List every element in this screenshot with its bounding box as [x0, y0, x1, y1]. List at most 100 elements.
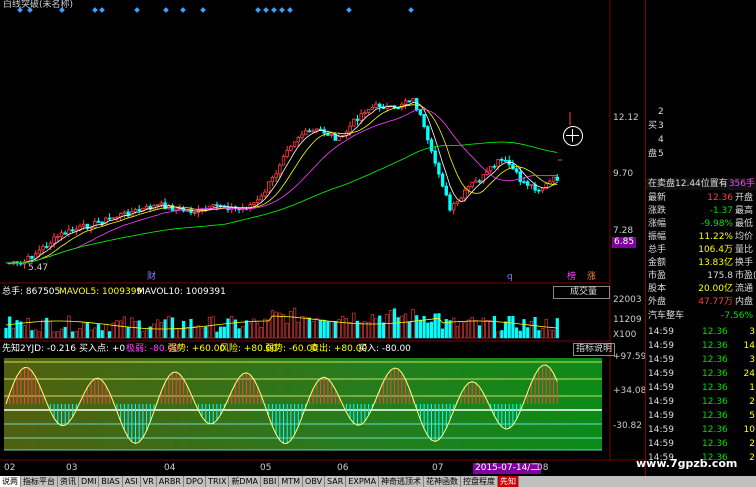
quote-row-label: 涨跌	[648, 206, 667, 216]
tick-price: 12.36	[702, 383, 728, 393]
volume-bar	[193, 326, 197, 339]
volume-bar	[526, 327, 530, 339]
tick-time: 14:59	[648, 383, 674, 393]
volume-bar	[178, 328, 182, 339]
tick-time: 14:59	[648, 369, 674, 379]
date-axis-label: 06	[337, 463, 349, 473]
bottom-tab[interactable]: DMI	[79, 476, 100, 487]
signal-diamond-icon	[346, 7, 352, 13]
bottom-tab[interactable]: VR	[141, 476, 157, 487]
quote-row-label: 总手	[648, 245, 667, 255]
tick-volume: 2	[749, 439, 755, 449]
candle-body	[311, 130, 315, 133]
candle-body	[63, 232, 67, 235]
bottom-tab[interactable]: DPO	[184, 476, 207, 487]
tick-price: 12.36	[702, 425, 728, 435]
volume-bar	[56, 331, 60, 339]
candle-body	[355, 118, 360, 121]
volume-bar	[267, 319, 271, 339]
moving-average-line	[5, 108, 558, 264]
indicator-help-button[interactable]: 指标说明	[573, 343, 616, 356]
bottom-tab[interactable]: BBI	[261, 476, 280, 487]
marker-jing: 榜	[567, 272, 577, 282]
volume-bar	[507, 316, 511, 339]
tick-price: 12.36	[702, 411, 728, 421]
volume-bar	[315, 317, 319, 339]
quote-panel: 2 买3 4 盘5 在卖盘12.44位置有 356手 最新 12.36 开盘 涨跌 -1…	[645, 0, 756, 487]
tick-time: 14:59	[648, 341, 674, 351]
sector-row[interactable]: 汽车整车 -7.56%	[646, 310, 756, 322]
tick-row: 14:59 12.36 2	[646, 438, 756, 450]
bottom-tab[interactable]: 先知	[498, 476, 520, 487]
tick-volume: 2	[749, 397, 755, 407]
quote-row-label2: 最低	[735, 219, 754, 229]
candle-body	[426, 126, 430, 141]
tick-time: 14:59	[648, 425, 674, 435]
candle-body	[111, 217, 115, 220]
bottom-tab[interactable]: MTM	[279, 476, 304, 487]
tick-time: 14:59	[648, 439, 674, 449]
bottom-tab[interactable]: 说两	[0, 476, 21, 487]
price-chart-svg[interactable]	[0, 0, 645, 476]
quote-row: 股本 20.00亿 流通	[646, 283, 756, 295]
bottom-tab[interactable]: EXPMA	[346, 476, 380, 487]
tick-row: 14:59 12.36 3	[646, 354, 756, 366]
bottom-tab[interactable]: SAR	[325, 476, 347, 487]
bottom-tab[interactable]: OBV	[303, 476, 326, 487]
signal-diamond-icon	[279, 7, 285, 13]
bottom-tab[interactable]: 新DMA	[229, 476, 261, 487]
date-axis-label: 04	[164, 463, 176, 473]
quote-row-label2: 内盘	[735, 297, 754, 307]
candle-body	[329, 134, 334, 136]
chart-area[interactable]: 白线突破(未名称) 12.12 9.70 7.28 6.85 5.47 财 q …	[0, 0, 647, 487]
bottom-tab[interactable]: TRIX	[206, 476, 230, 487]
bottom-tab[interactable]: 神奇逃顶术	[379, 476, 425, 487]
volume-indicator-dropdown[interactable]: 成交量	[553, 286, 610, 299]
price-axis-label: 9.70	[613, 169, 634, 179]
tick-time: 14:59	[648, 397, 674, 407]
order-status-text: 在卖盘12.44位置有	[648, 179, 728, 189]
volume-bar	[137, 320, 141, 339]
volume-bar	[248, 322, 252, 339]
volume-bar	[304, 316, 308, 339]
tick-row: 14:59 12.36 3	[646, 326, 756, 338]
bottom-tab[interactable]: 资讯	[58, 476, 79, 487]
date-axis-highlight: 2015-07-14/二	[473, 463, 542, 474]
quote-row: 振幅 11.22% 均价	[646, 231, 756, 243]
marker-q: q	[507, 272, 513, 282]
bottom-tab[interactable]: BIAS	[99, 476, 123, 487]
volume-bar	[485, 320, 489, 339]
bottom-tab[interactable]: 指标平台	[21, 476, 58, 487]
bottom-tab[interactable]: ASI	[123, 476, 141, 487]
candle-body	[437, 162, 441, 175]
candle-body	[418, 109, 423, 115]
volume-bar	[385, 314, 389, 339]
bottom-tab[interactable]: 控盘程度	[461, 476, 499, 487]
volume-bar	[82, 322, 86, 339]
candle-body	[82, 223, 86, 227]
bottom-tab[interactable]: 花神函数	[424, 476, 462, 487]
volume-bar	[241, 326, 245, 339]
volume-bar	[89, 329, 93, 339]
volume-bar	[122, 316, 126, 339]
volume-bar	[285, 323, 289, 339]
quote-row-label: 最新	[648, 193, 667, 203]
volume-bar	[41, 319, 45, 339]
volume-bar	[30, 330, 34, 339]
candle-body	[518, 171, 522, 183]
crosshair-cursor-icon[interactable]	[563, 126, 583, 146]
bottom-tab[interactable]: ARBR	[157, 476, 184, 487]
indicator-axis-label: +97.59	[613, 352, 647, 362]
volume-bar	[207, 316, 212, 339]
candle-body	[281, 156, 286, 166]
tick-price: 12.36	[702, 341, 728, 351]
tick-volume: 10	[743, 425, 755, 435]
candle-body	[500, 159, 504, 161]
volume-bar	[52, 331, 56, 339]
tick-volume: 24	[743, 369, 755, 379]
volume-bar	[381, 322, 386, 339]
quote-row-label: 股本	[648, 284, 667, 294]
quote-row-label: 振幅	[648, 232, 667, 242]
volume-bar	[326, 321, 330, 339]
volume-bar	[159, 322, 164, 339]
